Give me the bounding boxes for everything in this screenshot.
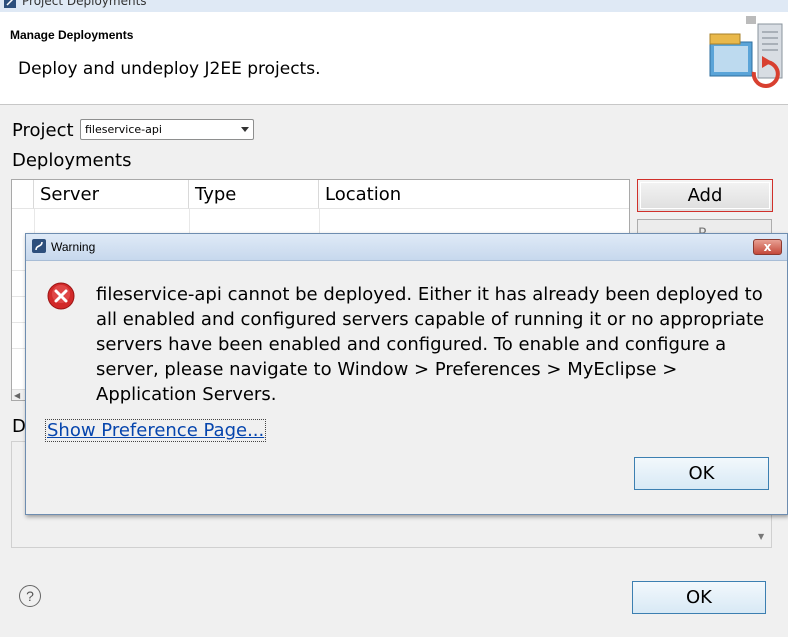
dialog-message: fileservice-api cannot be deployed. Eith…	[96, 284, 765, 405]
close-icon[interactable]: x	[753, 239, 782, 255]
scroll-down-icon[interactable]: ▼	[758, 532, 764, 541]
window-title: Project Deployments	[22, 0, 147, 8]
header-title: Manage Deployments	[10, 28, 134, 42]
wizard-header: Manage Deployments Deploy and undeploy J…	[0, 12, 788, 105]
column-header-type[interactable]: Type	[189, 180, 319, 209]
dialog-titlebar[interactable]: Warning x	[26, 234, 787, 261]
scroll-left-icon[interactable]: ◀	[14, 391, 20, 400]
warning-dialog: Warning x fileservice-api cannot be depl…	[25, 233, 788, 515]
deployment-server-icon	[709, 16, 783, 88]
dialog-title: Warning	[51, 240, 96, 254]
error-icon	[47, 282, 75, 310]
project-label: Project	[12, 120, 74, 141]
column-header-location[interactable]: Location	[319, 180, 629, 209]
chevron-down-icon	[241, 127, 249, 132]
myeclipse-app-icon	[4, 0, 16, 8]
dialog-ok-button[interactable]: OK	[634, 457, 769, 490]
table-header-blank	[12, 180, 34, 209]
project-select[interactable]: fileservice-api	[80, 119, 254, 140]
ok-button[interactable]: OK	[632, 581, 766, 614]
help-icon[interactable]: ?	[19, 585, 41, 607]
deployments-label: Deployments	[12, 150, 132, 171]
add-button[interactable]: Add	[637, 179, 773, 212]
project-select-value: fileservice-api	[85, 123, 162, 136]
column-header-server[interactable]: Server	[34, 180, 189, 209]
show-preference-page-link[interactable]: Show Preference Page...	[45, 419, 267, 442]
details-label: D	[12, 416, 26, 437]
header-description: Deploy and undeploy J2EE projects.	[18, 59, 321, 79]
myeclipse-app-icon	[32, 239, 46, 253]
